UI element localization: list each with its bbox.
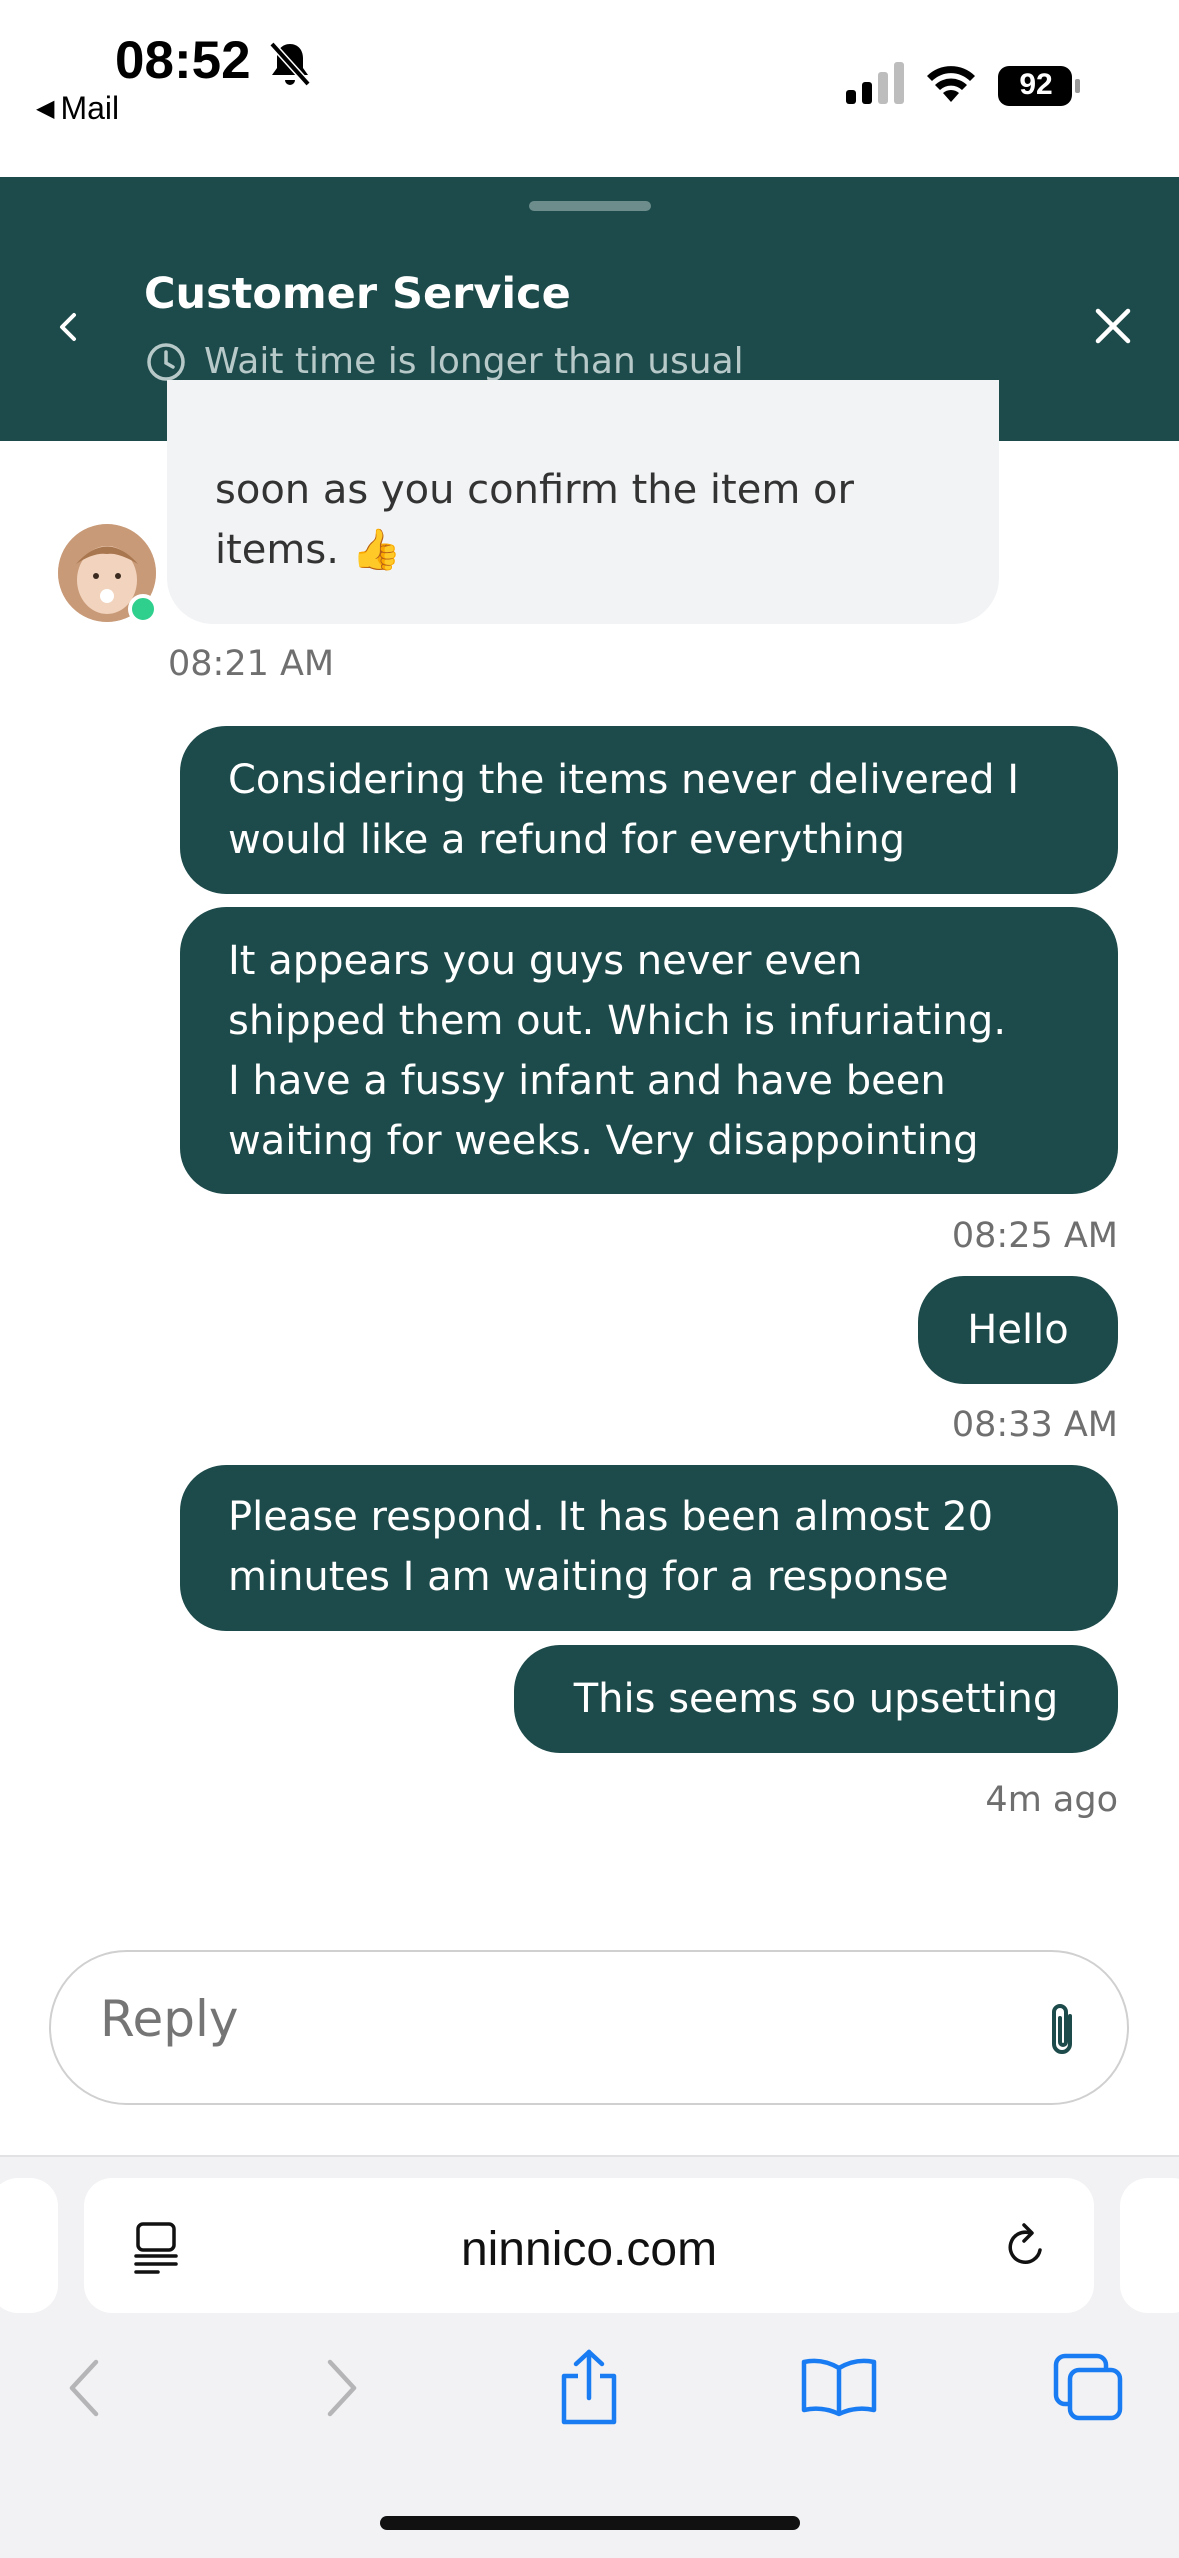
status-bar: 08:52 ◀ Mail 92 — [0, 0, 1179, 177]
sent-message-bubble: Hello — [918, 1276, 1118, 1384]
battery-level: 92 — [1019, 68, 1053, 101]
sent-message-bubble: Please respond. It has been almost 20 mi… — [180, 1465, 1118, 1631]
sent-message-bubble: Considering the items never delivered I … — [180, 726, 1118, 894]
status-time: 08:52 — [115, 31, 251, 90]
tabs-icon[interactable] — [1052, 2352, 1124, 2422]
message-line: shipped them out. Which is infuriating. — [228, 998, 1007, 1044]
message-line: waiting for weeks. Very disappointing — [228, 1118, 979, 1164]
message-line: items. 👍 — [215, 527, 402, 573]
back-to-app-link[interactable]: ◀ Mail — [36, 90, 119, 127]
sheet-grabber[interactable] — [529, 201, 651, 211]
back-app-label: Mail — [60, 90, 120, 126]
message-timestamp: 4m ago — [985, 1780, 1118, 1820]
chat-title: Customer Service — [144, 269, 571, 319]
clock-icon — [147, 343, 185, 381]
message-timestamp: 08:25 AM — [951, 1216, 1118, 1256]
message-line: minutes I am waiting for a response — [228, 1554, 949, 1600]
message-timestamp: 08:33 AM — [951, 1405, 1118, 1445]
bookmarks-icon[interactable] — [800, 2356, 878, 2418]
message-line: Considering the items never delivered I — [228, 757, 1019, 803]
back-arrow-icon[interactable] — [64, 2356, 104, 2420]
reload-icon[interactable] — [1000, 2220, 1052, 2274]
message-line: Hello — [967, 1307, 1069, 1353]
forward-arrow-icon[interactable] — [322, 2356, 362, 2420]
chevron-left-icon[interactable] — [52, 305, 82, 349]
reply-input[interactable] — [100, 1990, 920, 2048]
message-timestamp: 08:21 AM — [168, 644, 335, 684]
online-status-dot — [128, 594, 158, 624]
share-icon[interactable] — [556, 2348, 622, 2426]
wifi-icon — [927, 66, 975, 102]
url-text: ninnico.com — [460, 2223, 718, 2276]
sent-message-bubble: It appears you guys never even shipped t… — [180, 907, 1118, 1194]
back-triangle-icon: ◀ — [36, 95, 55, 122]
agent-message-bubble: soon as you confirm the item or items. 👍 — [167, 380, 999, 624]
home-indicator[interactable] — [380, 2516, 800, 2530]
message-line: This seems so upsetting — [573, 1676, 1059, 1722]
message-line: Please respond. It has been almost 20 — [228, 1494, 994, 1540]
previous-tab-peek[interactable] — [0, 2178, 58, 2313]
paperclip-icon[interactable] — [1040, 2000, 1084, 2060]
sent-message-bubble: This seems so upsetting — [514, 1645, 1118, 1753]
bell-muted-icon — [269, 41, 311, 87]
next-tab-peek[interactable] — [1120, 2178, 1179, 2313]
message-line: I have a fussy infant and have been — [228, 1058, 946, 1104]
message-line: It appears you guys never even — [228, 938, 863, 984]
close-icon[interactable] — [1092, 305, 1134, 347]
message-line: would like a refund for everything — [228, 817, 905, 863]
cellular-signal-icon — [846, 62, 904, 104]
wait-time-notice: Wait time is longer than usual — [204, 341, 744, 382]
message-line: soon as you confirm the item or — [215, 467, 854, 513]
